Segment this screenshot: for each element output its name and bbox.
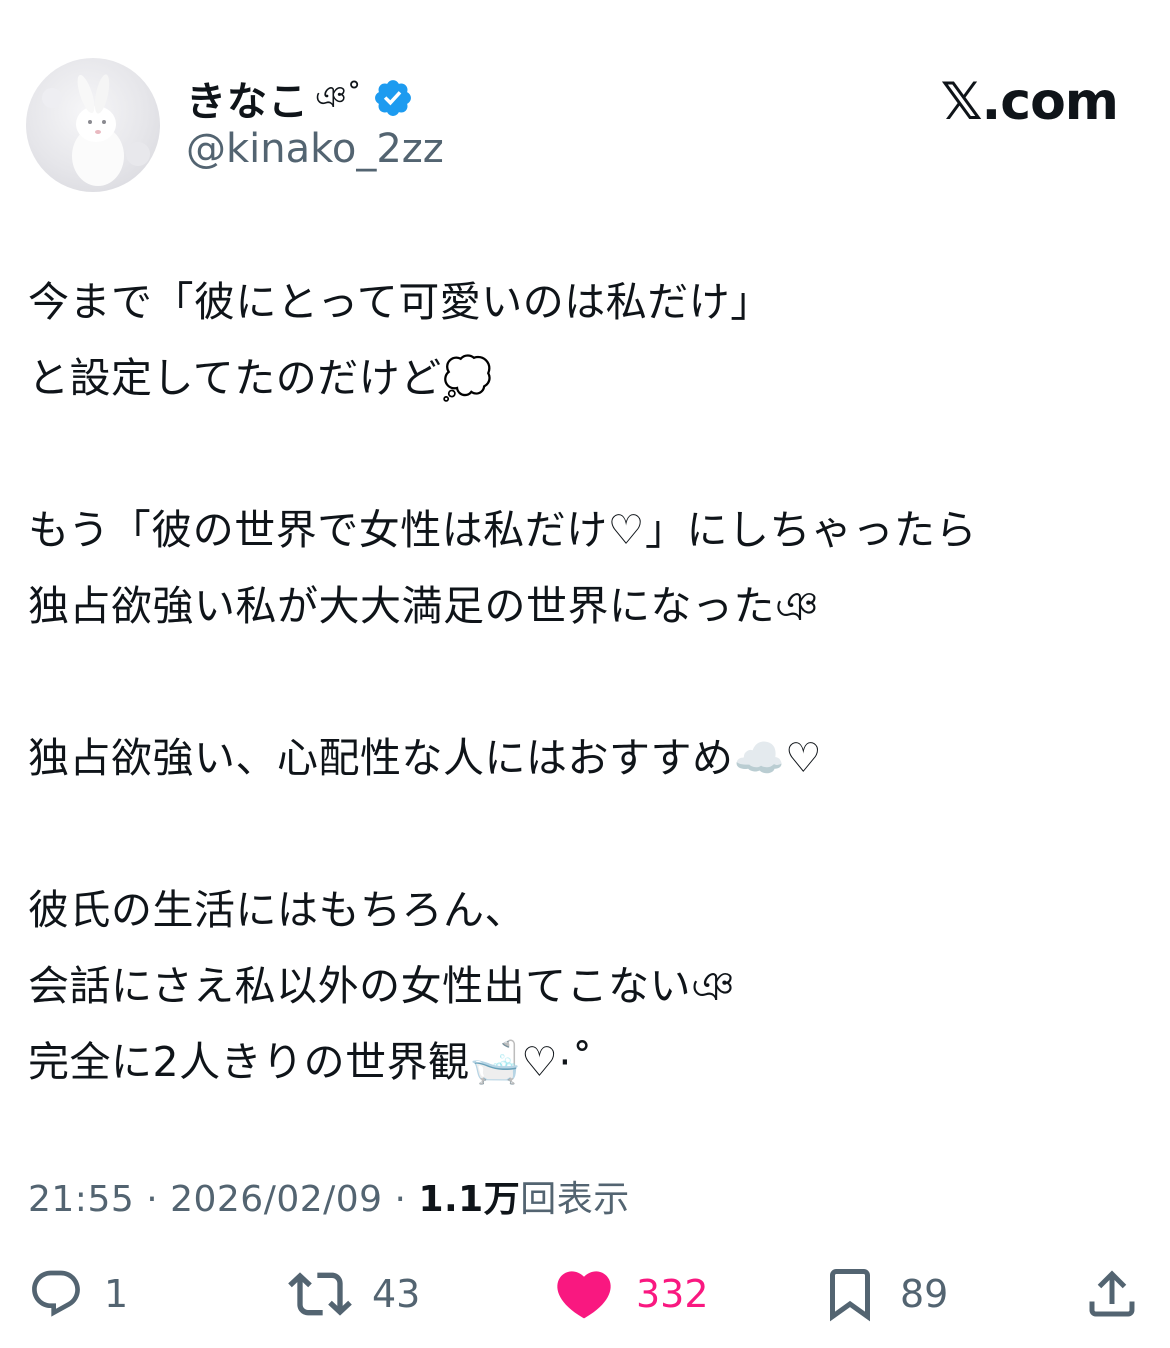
like-count: 332 [636,1272,709,1316]
tweet-line-break [28,796,1148,872]
heart-icon [557,1271,611,1319]
tweet-text: 今まで「彼にとって可愛いのは私だけ」 と設定してたのだけど💭 もう「彼の世界で女… [28,264,1148,1100]
tweet-metadata: 21:55 · 2026/02/09 · 1.1万回表示 [28,1170,630,1222]
author-name-row[interactable]: きなこ ঞ˚ [186,70,414,126]
tweet-line: と設定してたのだけど💭 [28,354,494,402]
meta-separator: · [134,1179,171,1220]
share-icon [1089,1270,1135,1317]
user-handle[interactable]: @kinako_2zz [186,126,444,172]
bookmark-button[interactable]: 89 [820,1262,948,1326]
tweet-line: 独占欲強い私が大大満足の世界になったঞ [28,582,819,630]
tweet-line: 会話にさえ私以外の女性出てこないঞ [28,962,735,1010]
verified-badge-icon [372,77,414,119]
reply-icon [32,1270,80,1317]
tweet-date[interactable]: 2026/02/09 [170,1179,383,1220]
bunny-avatar-image [42,74,150,186]
view-count[interactable]: 1.1万 [418,1179,520,1220]
reply-count: 1 [104,1272,129,1316]
tweet-line: 今まで「彼にとって可愛いのは私だけ」 [28,278,772,326]
display-name-decoration: ঞ˚ [315,79,362,115]
view-label: 回表示 [520,1179,630,1220]
tweet-time[interactable]: 21:55 [28,1179,134,1220]
tweet-line: 彼氏の生活にはもちろん、 [28,886,526,934]
repost-icon [288,1272,352,1316]
repost-button[interactable]: 43 [288,1262,420,1326]
action-bar: 1 43 332 89 [0,1262,1170,1326]
repost-count: 43 [372,1272,421,1316]
display-name[interactable]: きなこ [186,69,309,127]
share-button[interactable] [1082,1262,1142,1326]
bookmark-count: 89 [900,1272,949,1316]
tweet-line-break [28,416,1148,492]
x-com-logo: 𝕏.com [940,72,1119,132]
avatar[interactable] [26,58,160,192]
bookmark-icon [830,1269,870,1322]
tweet-line-break [28,644,1148,720]
reply-button[interactable]: 1 [28,1262,128,1326]
like-button[interactable]: 332 [552,1262,709,1326]
meta-separator: · [382,1179,419,1220]
tweet-line: もう「彼の世界で女性は私だけ♡」にしちゃったら [28,506,978,554]
tweet-line: 完全に2人きりの世界観🛁♡·˚ [28,1038,593,1086]
tweet-line: 独占欲強い、心配性な人にはおすすめ☁️♡ [28,734,823,782]
